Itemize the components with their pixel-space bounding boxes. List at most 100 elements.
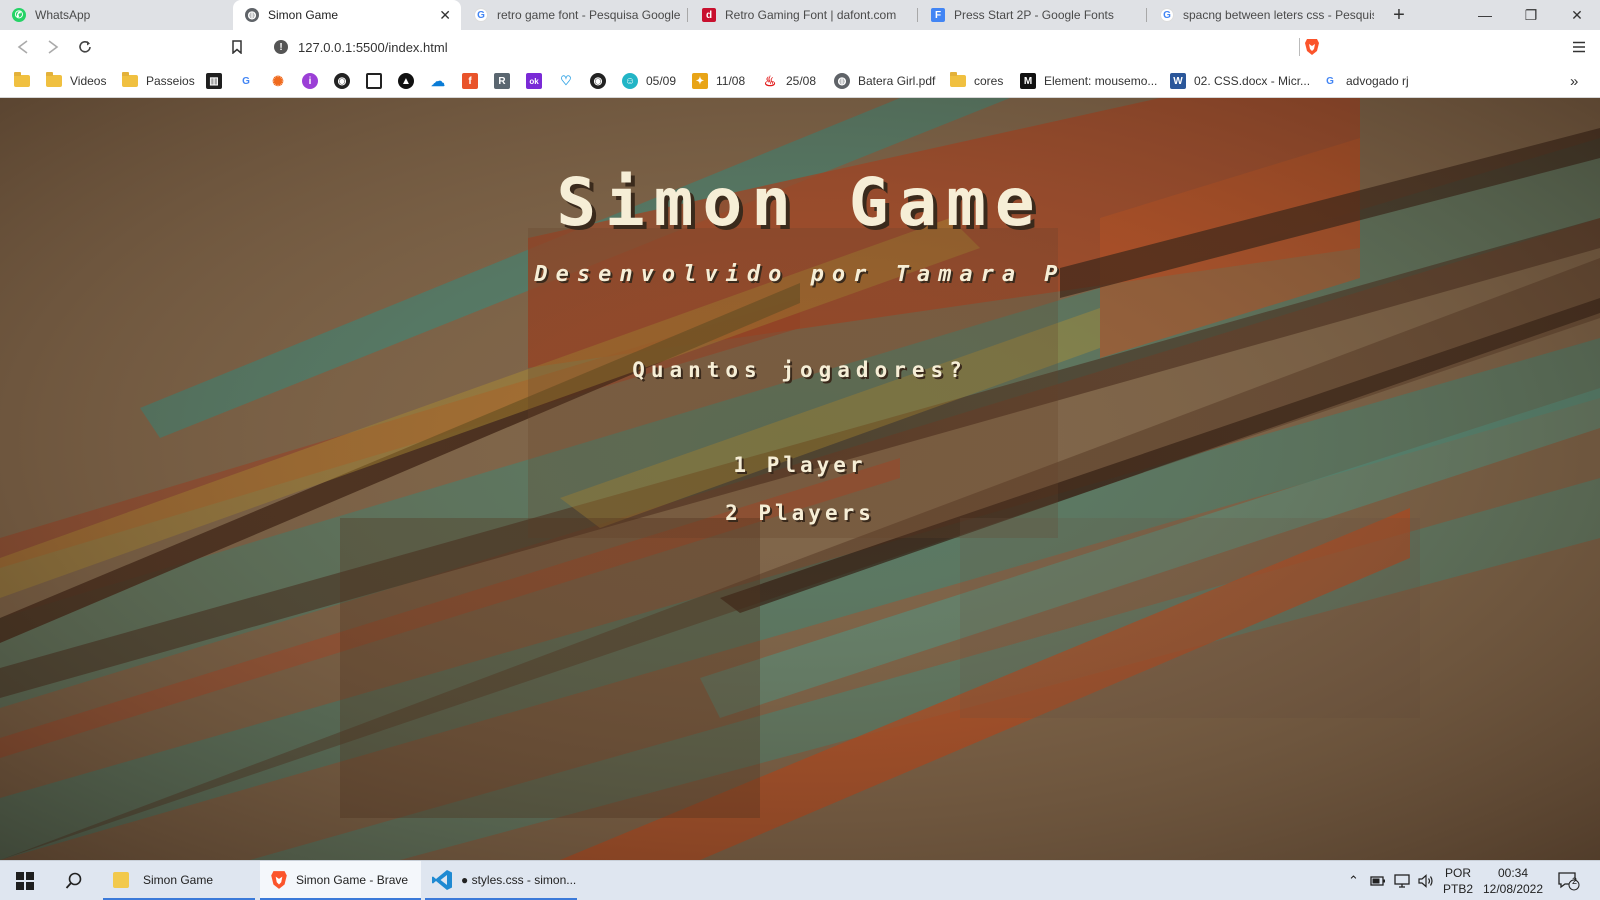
- battery-icon[interactable]: [1370, 861, 1386, 900]
- hamburger-icon: [1573, 41, 1585, 53]
- restore-button[interactable]: ❐: [1508, 0, 1554, 30]
- brave-shields-icon[interactable]: [1304, 38, 1320, 56]
- google-icon: G: [474, 8, 488, 22]
- file-explorer-icon: [113, 871, 129, 888]
- volume-icon[interactable]: [1418, 861, 1434, 900]
- bookmark-f[interactable]: f: [462, 72, 478, 90]
- search-icon: [65, 872, 82, 889]
- tab-strip: ✆ WhatsApp ◍ Simon Game ✕ G retro game f…: [0, 0, 1600, 30]
- bookmark-passeios[interactable]: Passeios: [122, 72, 195, 90]
- taskbar-app-label: Simon Game: [143, 872, 214, 887]
- tab-dafont[interactable]: d Retro Gaming Font | dafont.com: [690, 0, 918, 30]
- windows-taskbar: Simon Game Simon Game - Brave ● styles.c…: [0, 860, 1600, 900]
- bookmark-square[interactable]: [366, 72, 382, 90]
- taskbar-app-label: Simon Game - Brave: [296, 872, 409, 887]
- tab-label: spacng between leters css - Pesquis: [1183, 8, 1374, 22]
- bookmarks-bar: Videos Passeios ▥ G ✺ i ◉ ▲ ☁ f R ok ♡ ◉…: [0, 64, 1600, 98]
- site-info-icon[interactable]: !: [274, 40, 288, 54]
- bookmark-05-09[interactable]: ☺ 05/09: [622, 72, 676, 90]
- tab-label: Simon Game: [268, 8, 339, 22]
- taskbar-app-brave[interactable]: Simon Game - Brave: [260, 861, 421, 900]
- google-icon: G: [242, 75, 250, 87]
- github-icon: ◉: [590, 73, 606, 89]
- bookmark-css-docx[interactable]: W 02. CSS.docx - Micr...: [1170, 72, 1310, 90]
- bookmark-sun[interactable]: ✺: [270, 72, 286, 90]
- bookmark-25-08[interactable]: ♨ 25/08: [762, 72, 816, 90]
- simon-game-page: Simon Game Desenvolvido por Tamara P Qua…: [0, 98, 1600, 860]
- triangle-icon: ▲: [398, 73, 414, 89]
- square-icon: [366, 73, 382, 89]
- reload-button[interactable]: [74, 36, 96, 58]
- tray-overflow-icon[interactable]: ⌃: [1348, 861, 1359, 900]
- search-button[interactable]: [62, 861, 86, 900]
- keyboard-language[interactable]: POR PTB2: [1440, 865, 1476, 897]
- tab-label: retro game font - Pesquisa Google: [497, 8, 681, 22]
- close-tab-icon[interactable]: ✕: [439, 7, 451, 24]
- bookmark-11-08[interactable]: ✦ 11/08: [692, 72, 745, 90]
- game-title: Simon Game: [556, 164, 1044, 241]
- menu-button[interactable]: [1568, 36, 1590, 58]
- tab-simon-game[interactable]: ◍ Simon Game ✕: [233, 0, 461, 30]
- bookmark-purple[interactable]: i: [302, 72, 318, 90]
- two-players-option[interactable]: 2 Players: [0, 501, 1600, 525]
- google-fonts-icon: F: [931, 8, 945, 22]
- bookmark-cloud[interactable]: ☁: [430, 72, 446, 90]
- bookmark-r[interactable]: R: [494, 72, 510, 90]
- bookmark-button[interactable]: [226, 36, 248, 58]
- bookmark-element[interactable]: M Element: mousemo...: [1020, 72, 1157, 90]
- dafont-icon: d: [702, 8, 716, 22]
- heart-icon: ♡: [560, 73, 572, 88]
- bookmark-ok[interactable]: ok: [526, 72, 542, 90]
- tab-label: WhatsApp: [35, 8, 91, 22]
- bookmark-github[interactable]: ◉: [334, 72, 350, 90]
- address-bar[interactable]: ! 127.0.0.1:5500/index.html: [262, 34, 1338, 60]
- bookmark-batera-girl[interactable]: ◍ Batera Girl.pdf: [834, 72, 935, 90]
- players-question: Quantos jogadores?: [632, 358, 968, 382]
- taskbar-app-vscode[interactable]: ● styles.css - simon...: [425, 861, 577, 900]
- back-button[interactable]: [12, 36, 34, 58]
- bookmark-videos[interactable]: Videos: [46, 72, 106, 90]
- forward-button[interactable]: [42, 36, 64, 58]
- chat-icon: ☺: [622, 73, 638, 89]
- start-button[interactable]: [16, 861, 34, 900]
- bookmark-trello[interactable]: ▥: [206, 72, 222, 90]
- bookmark-advogado[interactable]: Gadvogado rj: [1322, 72, 1409, 90]
- game-subtitle: Desenvolvido por Tamara P: [534, 262, 1066, 287]
- brave-icon: [271, 870, 287, 889]
- taskbar-app-file-explorer[interactable]: Simon Game: [103, 861, 255, 900]
- folder-icon: [14, 72, 30, 87]
- taskbar-app-label: ● styles.css - simon...: [461, 872, 577, 887]
- url-text[interactable]: 127.0.0.1:5500/index.html: [298, 40, 448, 55]
- bookmark-github-2[interactable]: ◉: [590, 72, 606, 90]
- google-icon: G: [1160, 8, 1174, 22]
- bookmarks-overflow-button[interactable]: »: [1570, 72, 1578, 90]
- ticket-icon: ✦: [692, 73, 708, 89]
- tab-label: Press Start 2P - Google Fonts: [954, 8, 1114, 22]
- network-icon[interactable]: [1394, 861, 1410, 900]
- tab-google-fonts[interactable]: F Press Start 2P - Google Fonts: [919, 0, 1147, 30]
- google-icon: G: [1326, 75, 1334, 87]
- bookmark-google[interactable]: G: [238, 72, 254, 90]
- minimize-button[interactable]: —: [1462, 0, 1508, 30]
- one-player-option[interactable]: 1 Player: [0, 453, 1600, 477]
- notification-count: 2: [1572, 876, 1578, 886]
- purple-circle-icon: i: [302, 73, 318, 89]
- bookmark-folder-root[interactable]: [14, 72, 30, 90]
- tab-whatsapp[interactable]: ✆ WhatsApp: [0, 0, 230, 30]
- system-clock[interactable]: 00:34 12/08/2022: [1480, 865, 1546, 897]
- reload-icon: [79, 40, 91, 53]
- bookmark-triangle[interactable]: ▲: [398, 72, 414, 90]
- notification-center-button[interactable]: 2: [1558, 861, 1580, 900]
- tab-spacing-search[interactable]: G spacng between leters css - Pesquis: [1148, 0, 1374, 30]
- bookmark-heart[interactable]: ♡: [558, 72, 574, 90]
- bookmark-cores[interactable]: cores: [950, 72, 1003, 90]
- window-close-button[interactable]: ✕: [1554, 0, 1600, 30]
- folder-icon: [122, 72, 138, 87]
- tab-retro-game-font[interactable]: G retro game font - Pesquisa Google: [462, 0, 688, 30]
- folder-icon: [950, 72, 966, 87]
- new-tab-button[interactable]: +: [1376, 0, 1422, 30]
- globe-icon: ◍: [245, 8, 259, 22]
- browser-toolbar: ! 127.0.0.1:5500/index.html: [0, 30, 1600, 64]
- back-arrow-icon: [17, 40, 28, 54]
- github-icon: ◉: [334, 73, 350, 89]
